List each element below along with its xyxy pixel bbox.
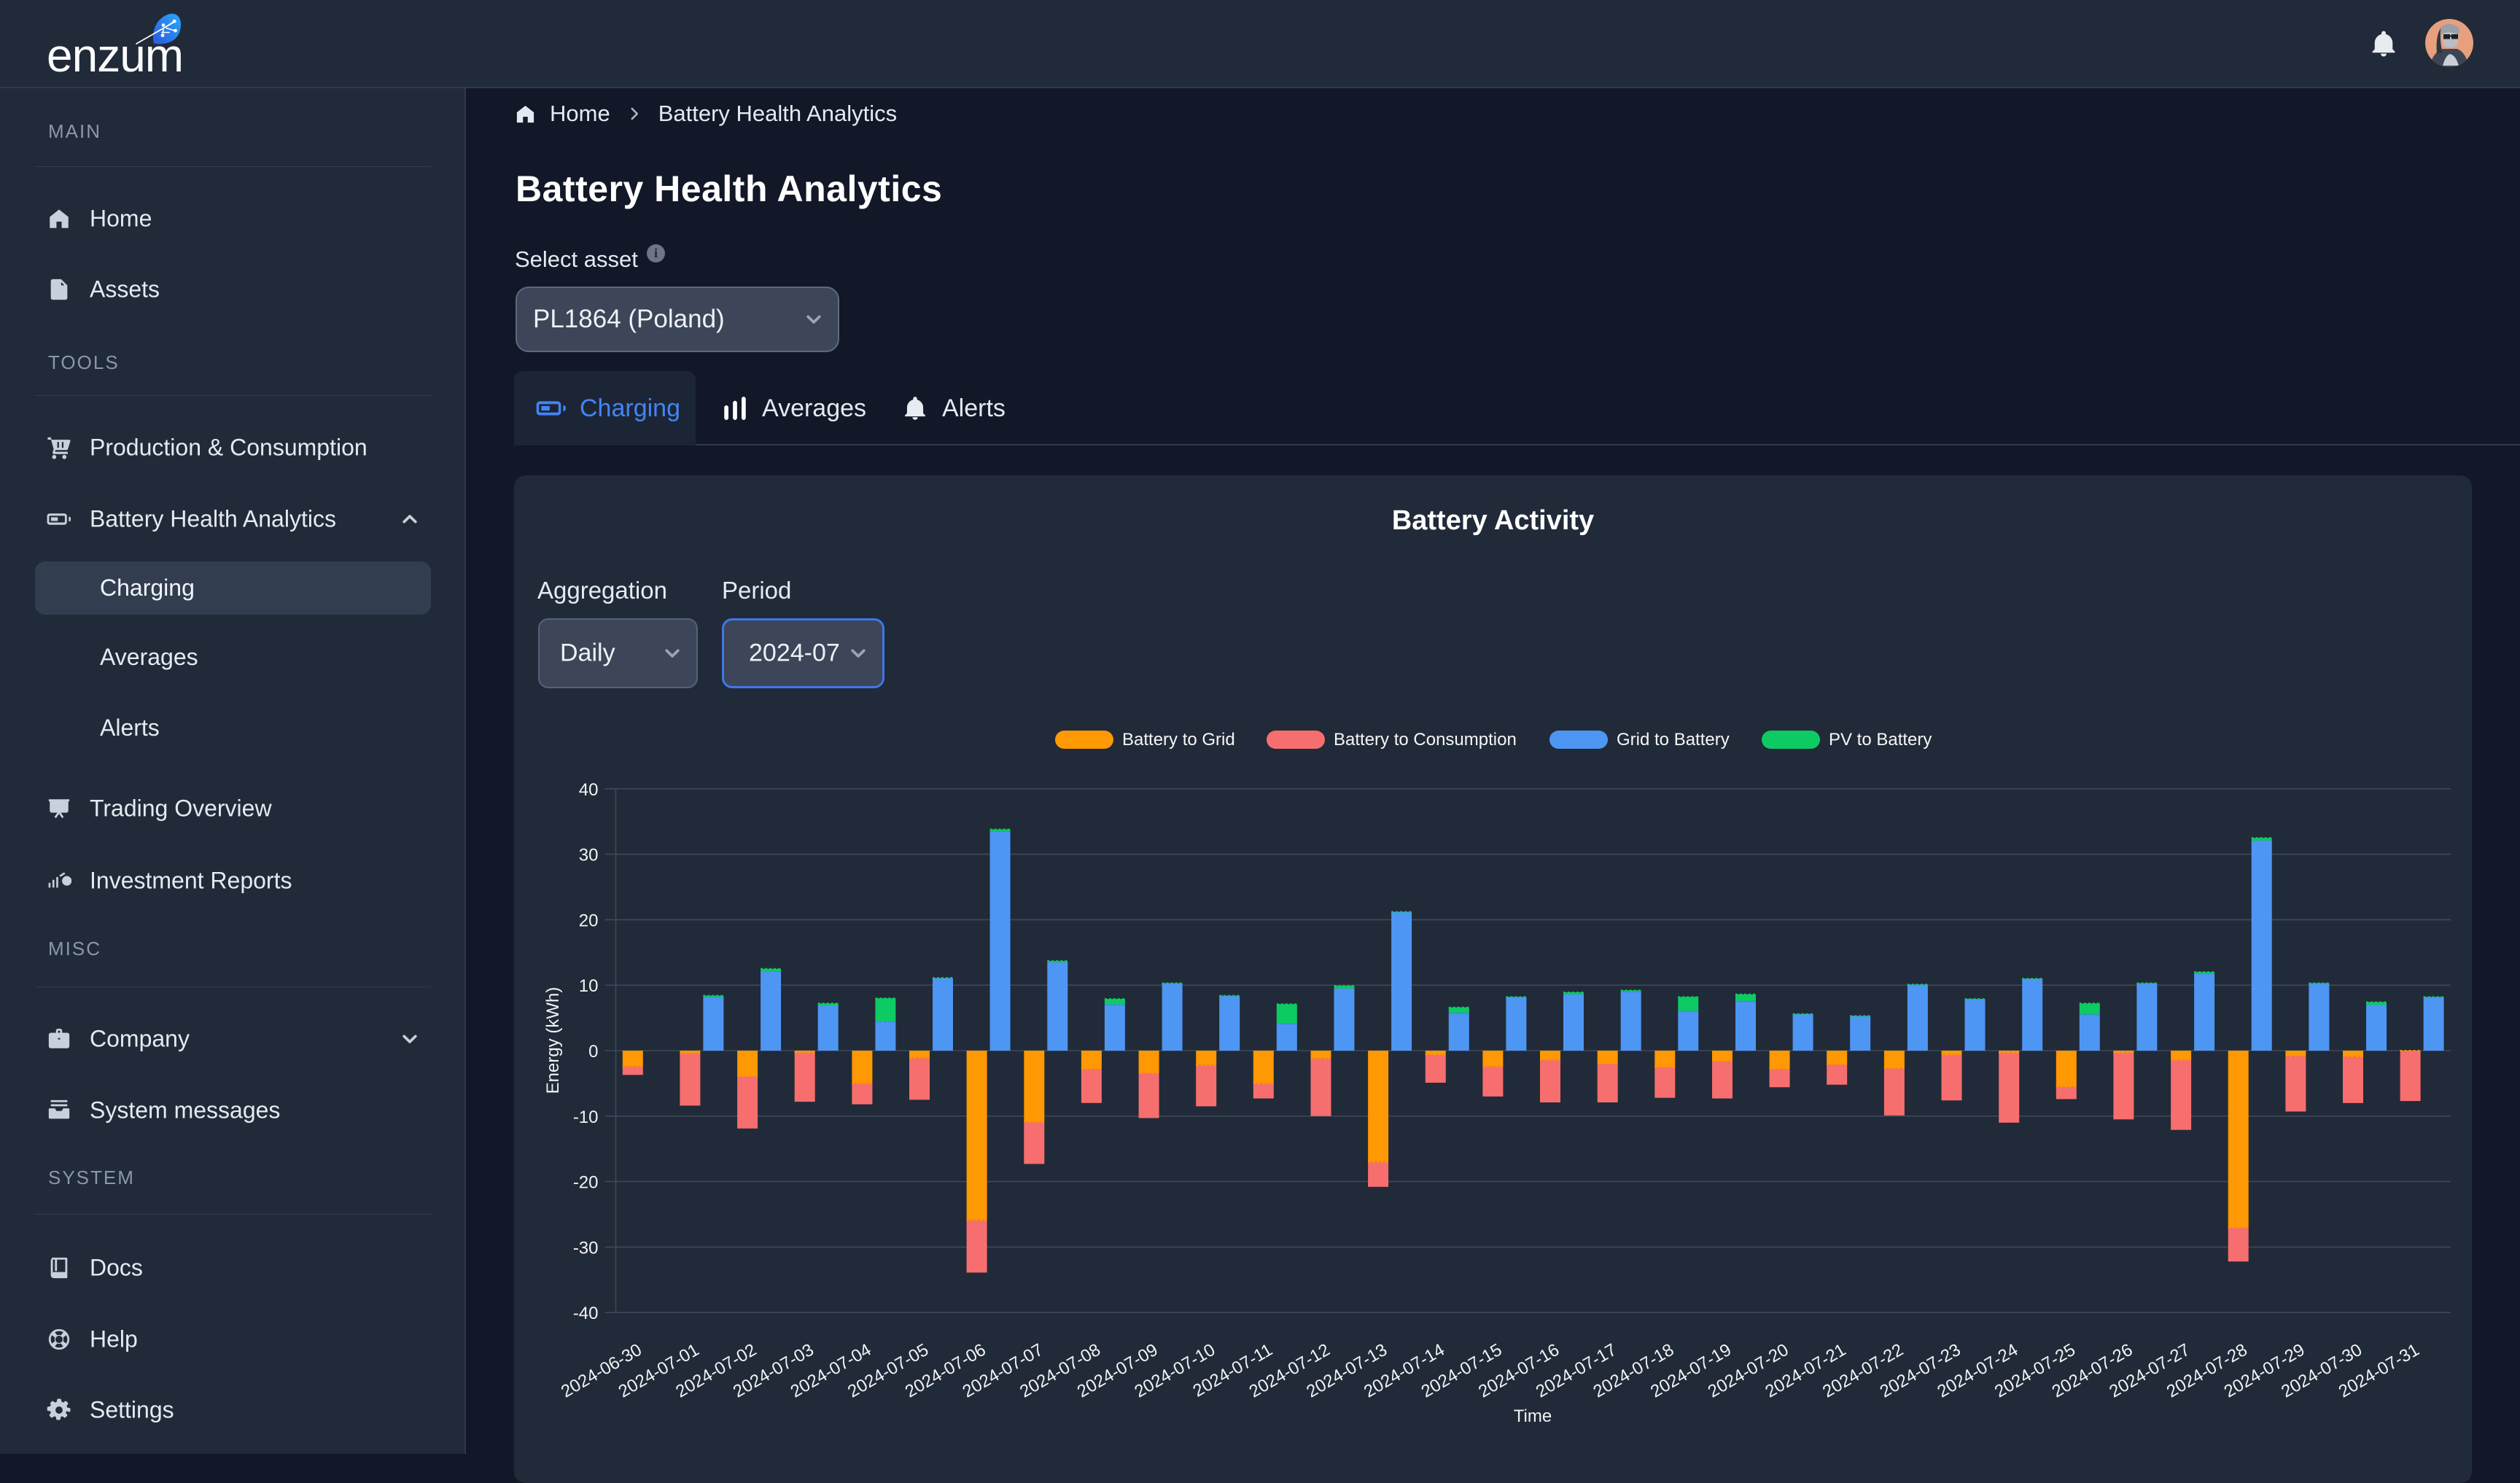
svg-text:-10: -10 xyxy=(573,1108,599,1127)
svg-text:-30: -30 xyxy=(573,1238,599,1258)
svg-text:20: 20 xyxy=(579,911,599,930)
svg-text:-20: -20 xyxy=(573,1173,599,1193)
svg-text:40: 40 xyxy=(579,780,599,800)
svg-text:Time: Time xyxy=(1514,1406,1552,1426)
svg-text:Energy (kWh): Energy (kWh) xyxy=(543,987,563,1094)
svg-text:10: 10 xyxy=(579,976,599,996)
svg-text:-40: -40 xyxy=(573,1304,599,1323)
svg-text:0: 0 xyxy=(588,1042,598,1062)
svg-text:30: 30 xyxy=(579,846,599,865)
